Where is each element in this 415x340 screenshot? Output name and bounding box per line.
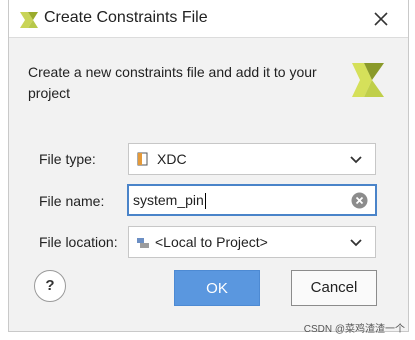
file-location-label: File location: xyxy=(39,234,118,250)
window-title: Create Constraints File xyxy=(44,9,208,26)
file-type-value: XDC xyxy=(157,151,187,167)
file-name-label: File name: xyxy=(39,193,105,209)
project-location-icon xyxy=(137,238,149,248)
create-constraints-dialog: Create Constraints File Create a new con… xyxy=(8,0,409,332)
file-location-value: <Local to Project> xyxy=(155,234,268,250)
help-button[interactable]: ? xyxy=(34,270,66,302)
title-bar: Create Constraints File xyxy=(9,0,408,38)
file-type-label: File type: xyxy=(39,151,96,167)
file-type-select[interactable]: XDC xyxy=(128,143,376,175)
vivado-logo-icon xyxy=(20,12,38,28)
clear-input-icon[interactable] xyxy=(351,192,368,209)
chevron-down-icon xyxy=(350,156,362,164)
vivado-brand-icon xyxy=(352,63,384,97)
file-name-text-wrap: system_pin xyxy=(133,186,206,214)
close-icon[interactable] xyxy=(370,8,392,30)
cancel-button[interactable]: Cancel xyxy=(291,270,377,306)
xdc-file-icon xyxy=(137,152,148,166)
chevron-down-icon xyxy=(350,239,362,247)
dialog-description: Create a new constraints file and add it… xyxy=(28,64,317,101)
file-name-value: system_pin xyxy=(133,192,204,208)
text-caret xyxy=(204,193,206,210)
watermark-text: CSDN @菜鸡渣渣一个 xyxy=(303,324,405,335)
ok-button[interactable]: OK xyxy=(174,270,260,306)
file-location-select[interactable]: <Local to Project> xyxy=(128,226,376,258)
file-name-input[interactable]: system_pin xyxy=(127,184,377,216)
